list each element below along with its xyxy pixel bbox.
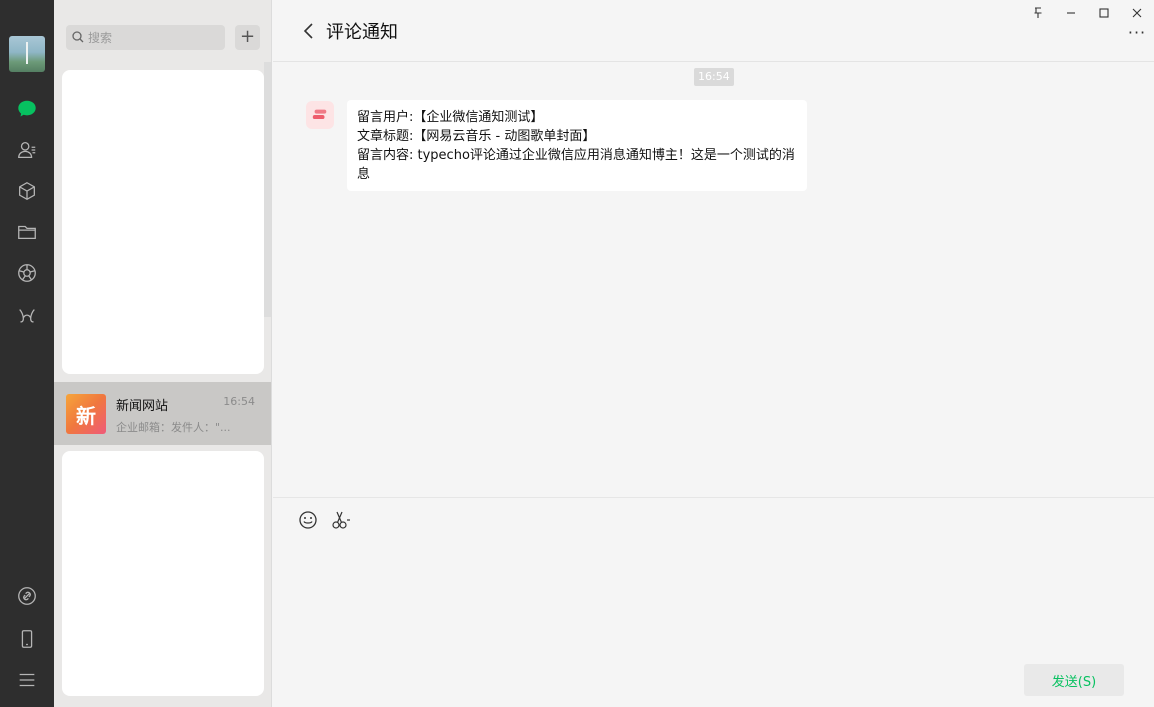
message-input[interactable] xyxy=(293,542,1133,652)
mini-program-icon[interactable] xyxy=(15,304,39,328)
wechat-window: + 新 新闻网站 16:54 企业邮箱：发件人："... 评论通知 xyxy=(0,0,1154,707)
message-bubble: 留言用户:【企业微信通知测试】 文章标题:【网易云音乐 - 动图歌单封面】 留言… xyxy=(347,100,807,191)
search-icon xyxy=(72,31,84,43)
more-options-icon[interactable]: ··· xyxy=(1126,25,1148,44)
aperture-icon[interactable] xyxy=(15,261,39,285)
screenshot-scissors-icon[interactable] xyxy=(330,509,352,531)
message-area: 16:54 留言用户:【企业微信通知测试】 文章标题:【网易云音乐 - 动图歌单… xyxy=(273,63,1154,497)
menu-icon[interactable] xyxy=(15,668,39,692)
message-line: 文章标题:【网易云音乐 - 动图歌单封面】 xyxy=(357,129,596,144)
sender-avatar[interactable] xyxy=(306,101,334,129)
list-scrollbar[interactable] xyxy=(264,62,271,317)
conversation-avatar: 新 xyxy=(66,394,106,434)
back-chevron-icon[interactable] xyxy=(301,20,317,42)
blank-panel-top xyxy=(62,70,264,374)
message-timestamp: 16:54 xyxy=(694,68,734,86)
chat-title: 评论通知 xyxy=(326,22,398,43)
pin-icon[interactable] xyxy=(1029,4,1047,22)
blank-panel-bottom xyxy=(62,451,264,696)
message-line: 留言内容: typecho评论通过企业微信应用消息通知博主！这是一个测试的消息 xyxy=(357,148,795,182)
conversation-name: 新闻网站 xyxy=(116,399,169,414)
input-area: 发送(S) xyxy=(273,497,1154,707)
conversation-list: + 新 新闻网站 16:54 企业邮箱：发件人："... xyxy=(54,0,272,707)
cube-icon[interactable] xyxy=(15,179,39,203)
emoji-icon[interactable] xyxy=(297,509,319,531)
phone-icon[interactable] xyxy=(15,627,39,651)
chat-icon[interactable] xyxy=(15,97,39,121)
minimize-icon[interactable] xyxy=(1062,4,1080,22)
conversation-preview: 企业邮箱：发件人："... xyxy=(116,421,231,434)
search-input[interactable] xyxy=(88,25,218,50)
chat-header: 评论通知 ··· xyxy=(273,0,1154,62)
maximize-icon[interactable] xyxy=(1095,4,1113,22)
contacts-icon[interactable] xyxy=(15,138,39,162)
conversation-item[interactable]: 新 新闻网站 16:54 企业邮箱：发件人："... xyxy=(54,382,271,445)
user-avatar[interactable] xyxy=(9,36,45,72)
folder-icon[interactable] xyxy=(15,220,39,244)
conversation-time: 16:54 xyxy=(223,395,255,408)
close-icon[interactable] xyxy=(1128,4,1146,22)
chat-panel: 评论通知 ··· 16:54 留言用户:【企业微信通知测试】 文章标题:【网易云… xyxy=(273,0,1154,707)
nav-bar xyxy=(0,0,54,707)
message-line: 留言用户:【企业微信通知测试】 xyxy=(357,110,544,125)
link-icon[interactable] xyxy=(15,584,39,608)
search-box[interactable] xyxy=(66,25,225,50)
sender-logo-icon xyxy=(312,109,327,120)
add-button[interactable]: + xyxy=(235,25,260,50)
send-button[interactable]: 发送(S) xyxy=(1024,664,1124,696)
